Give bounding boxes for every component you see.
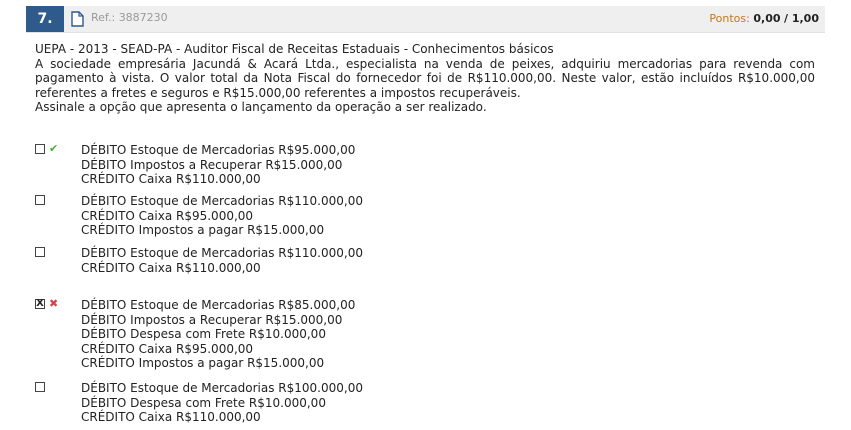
question-source: UEPA - 2013 - SEAD-PA - Auditor Fiscal d… [35,42,554,56]
document-icon[interactable] [71,11,84,27]
question-number: 7. [26,6,64,32]
option-text: DÉBITO Estoque de Mercadorias R$110.000,… [81,246,481,275]
option-line: DÉBITO Estoque de Mercadorias R$110.000,… [81,246,363,260]
correct-check-icon: ✔ [49,142,59,155]
option-line: DÉBITO Impostos a Recuperar R$15.000,00 [81,157,343,172]
option-checkbox[interactable] [35,195,45,205]
reference-id: Ref.: 3887230 [91,11,168,24]
points-label: Pontos: [709,12,750,25]
option-text: DÉBITO Estoque de Mercadorias R$110.000,… [81,194,481,238]
option-text: DÉBITO Estoque de Mercadorias R$95.000,0… [81,143,481,187]
option-text: DÉBITO Estoque de Mercadorias R$100.000,… [81,381,481,425]
option-line: DÉBITO Despesa com Frete R$10.000,00 [81,327,326,341]
question-header: 7. Ref.: 3887230 Pontos: 0,00 / 1,00 [0,0,851,34]
option-line: DÉBITO Despesa com Frete R$10.000,00 [81,395,326,410]
option-line: CRÉDITO Caixa R$95.000,00 [81,208,254,223]
option-line: CRÉDITO Caixa R$110.000,00 [81,410,261,424]
wrong-cross-icon: ✖ [49,297,59,310]
option-checkbox[interactable] [35,247,45,257]
option-line: CRÉDITO Impostos a pagar R$15.000,00 [81,356,325,370]
option-line: DÉBITO Estoque de Mercadorias R$100.000,… [81,381,363,395]
points-display: Pontos: 0,00 / 1,00 [709,12,819,25]
points-max: / 1,00 [784,12,819,25]
points-value: 0,00 [753,12,781,25]
option-line: DÉBITO Impostos a Recuperar R$15.000,00 [81,312,343,327]
option-text: DÉBITO Estoque de Mercadorias R$85.000,0… [81,298,481,371]
option-line: CRÉDITO Caixa R$110.000,00 [81,260,261,275]
option-line: DÉBITO Estoque de Mercadorias R$110.000,… [81,194,363,208]
option-line: CRÉDITO Caixa R$110.000,00 [81,172,261,186]
question-text: A sociedade empresária Jacundá & Acará L… [35,56,815,100]
question-prompt: Assinale a opção que apresenta o lançame… [35,100,487,114]
option-line: DÉBITO Estoque de Mercadorias R$85.000,0… [81,298,356,312]
option-line: CRÉDITO Impostos a pagar R$15.000,00 [81,223,325,237]
option-line: CRÉDITO Caixa R$95.000,00 [81,341,254,356]
option-checkbox[interactable] [35,382,45,392]
question-stem: UEPA - 2013 - SEAD-PA - Auditor Fiscal d… [35,42,815,115]
option-line: DÉBITO Estoque de Mercadorias R$95.000,0… [81,143,356,157]
option-checkbox[interactable]: X [35,299,45,309]
option-checkbox[interactable] [35,144,45,154]
